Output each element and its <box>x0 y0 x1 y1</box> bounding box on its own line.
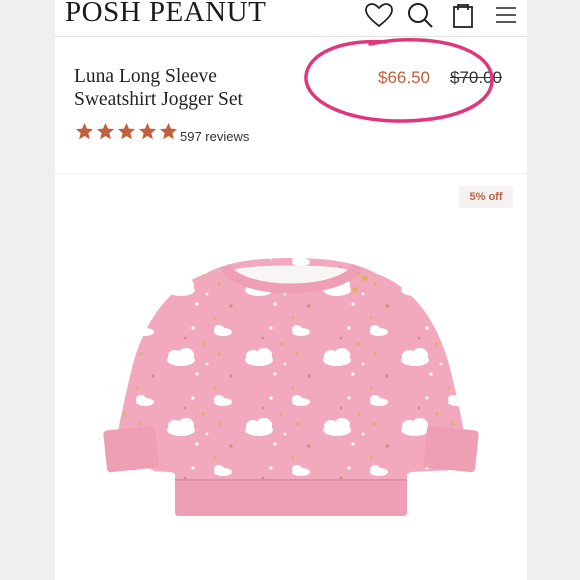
brand-logo[interactable]: POSH PEANUT <box>65 0 266 29</box>
product-title: Luna Long Sleeve Sweatshirt Jogger Set <box>74 66 243 110</box>
heart-icon[interactable] <box>363 1 395 29</box>
product-image-area: 5% off <box>55 174 527 580</box>
header-bar: POSH PEANUT <box>55 0 527 37</box>
star-icon <box>159 122 178 140</box>
reviews-link[interactable]: 597 reviews <box>180 129 249 144</box>
star-icon <box>96 122 115 140</box>
sweatshirt-image[interactable] <box>55 174 527 580</box>
star-icon <box>138 122 157 140</box>
star-rating[interactable] <box>75 122 178 141</box>
bag-icon[interactable] <box>447 1 479 29</box>
menu-icon[interactable] <box>490 1 522 29</box>
discount-badge: 5% off <box>459 186 513 208</box>
star-icon <box>75 122 94 140</box>
circle-annotation <box>304 38 494 123</box>
star-icon <box>117 122 136 140</box>
search-icon[interactable] <box>405 1 437 29</box>
